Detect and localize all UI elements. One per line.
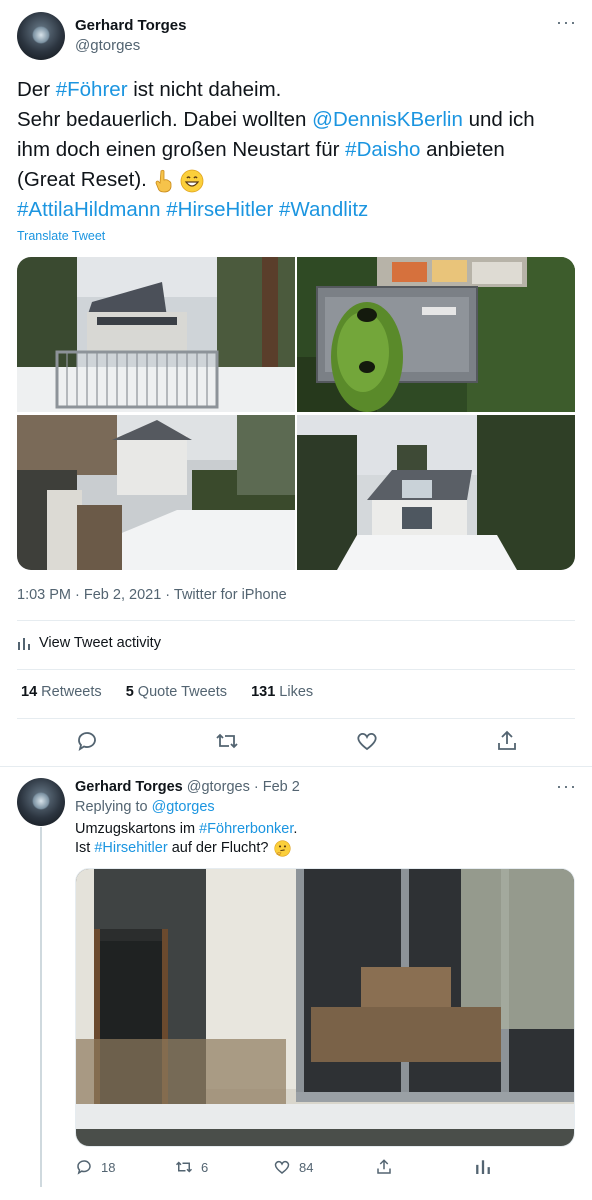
likes-stat[interactable]: 131 Likes bbox=[251, 684, 313, 700]
reply-actions: 18 6 84 bbox=[75, 1158, 575, 1182]
retweets-label: Retweets bbox=[41, 684, 102, 700]
tweet-timestamp[interactable]: 1:03 PM · Feb 2, 2021 · Twitter for iPho… bbox=[17, 587, 287, 603]
reply-photo-window-boxes[interactable] bbox=[75, 868, 575, 1147]
text-segment: und ich bbox=[462, 108, 535, 131]
reply-count: 18 bbox=[101, 1159, 116, 1175]
author-handle[interactable]: @gtorges bbox=[75, 37, 140, 54]
author-avatar[interactable] bbox=[17, 12, 65, 60]
retweets-stat[interactable]: 14 Retweets bbox=[21, 684, 102, 700]
photo-snowy-garden[interactable] bbox=[17, 415, 295, 570]
author-name[interactable]: Gerhard Torges bbox=[75, 17, 186, 34]
hashtag-foehrerbonker[interactable]: #Föhrerbonker bbox=[199, 821, 293, 837]
view-tweet-activity[interactable]: View Tweet activity bbox=[17, 635, 161, 651]
tweet-actions bbox=[0, 729, 592, 757]
text-segment: Der bbox=[17, 78, 56, 101]
like-icon[interactable] bbox=[355, 729, 379, 753]
reply-share-action[interactable] bbox=[375, 1158, 393, 1176]
more-icon[interactable]: ··· bbox=[556, 12, 577, 33]
photo-mailbox-avocado[interactable] bbox=[297, 257, 575, 412]
thread-line bbox=[40, 827, 42, 1187]
text-segment: Ist bbox=[75, 840, 95, 856]
tweet-stats: 14 Retweets 5 Quote Tweets 131 Likes bbox=[21, 684, 313, 700]
text-segment: (Great Reset). bbox=[17, 168, 147, 191]
reply-like-action[interactable]: 84 bbox=[273, 1158, 313, 1176]
photo-house-front[interactable] bbox=[297, 415, 575, 570]
divider bbox=[17, 620, 575, 621]
text-segment: anbieten bbox=[420, 138, 505, 161]
like-count: 84 bbox=[299, 1159, 314, 1175]
share-icon[interactable] bbox=[495, 729, 519, 753]
reply-icon bbox=[77, 1160, 91, 1175]
retweet-icon bbox=[175, 1161, 193, 1173]
photo-house-gate[interactable] bbox=[17, 257, 295, 412]
reply-author-handle[interactable]: @gtorges bbox=[187, 779, 250, 795]
reply-analytics-action[interactable] bbox=[475, 1158, 491, 1174]
hashtags-line[interactable]: #AttilaHildmann #HirseHitler #Wandlitz bbox=[17, 195, 577, 225]
tweet-text: Der #Föhrer ist nicht daheim. Sehr bedau… bbox=[17, 75, 577, 225]
reply-retweet-action[interactable]: 6 bbox=[175, 1158, 208, 1176]
hashtag-foehrer[interactable]: #Föhrer bbox=[56, 78, 128, 101]
replying-to-line: Replying to @gtorges bbox=[75, 798, 215, 817]
quotes-label: Quote Tweets bbox=[137, 684, 227, 700]
text-segment: . bbox=[293, 821, 298, 837]
hashtag-daisho[interactable]: #Daisho bbox=[345, 138, 420, 161]
quote-tweets-stat[interactable]: 5 Quote Tweets bbox=[126, 684, 227, 700]
reply-more-icon[interactable]: ··· bbox=[556, 776, 577, 797]
reply-icon[interactable] bbox=[75, 729, 99, 753]
analytics-icon bbox=[18, 638, 30, 650]
reply-date[interactable]: · Feb 2 bbox=[254, 779, 300, 795]
reply-author-avatar[interactable] bbox=[17, 778, 65, 826]
reply-tweet[interactable]: Gerhard Torges @gtorges · Feb 2 ··· Repl… bbox=[0, 767, 592, 1200]
divider bbox=[17, 718, 575, 719]
hashtag-hirsehitler[interactable]: #Hirsehitler bbox=[94, 840, 167, 856]
reply-text-line2: Ist #Hirsehitler auf der Flucht? bbox=[75, 839, 292, 858]
likes-count: 131 bbox=[251, 684, 276, 700]
text-segment: ist nicht daheim. bbox=[127, 78, 282, 101]
photo-grid bbox=[17, 257, 575, 570]
text-segment: ihm doch einen großen Neustart für bbox=[17, 138, 346, 161]
grinning-face-emoji-icon bbox=[180, 169, 204, 192]
retweets-count: 14 bbox=[21, 684, 38, 700]
divider bbox=[17, 669, 575, 670]
retweet-icon[interactable] bbox=[215, 729, 239, 753]
share-icon bbox=[377, 1159, 391, 1174]
thinking-face-emoji-icon bbox=[274, 840, 292, 857]
replying-to-mention[interactable]: @gtorges bbox=[152, 799, 215, 815]
retweet-count: 6 bbox=[201, 1159, 209, 1175]
analytics-icon bbox=[476, 1160, 490, 1174]
view-tweet-activity-label: View Tweet activity bbox=[39, 635, 161, 651]
like-icon bbox=[274, 1160, 290, 1174]
reply-header: Gerhard Torges @gtorges · Feb 2 bbox=[75, 778, 300, 797]
quotes-count: 5 bbox=[125, 684, 134, 700]
likes-label: Likes bbox=[279, 684, 314, 700]
translate-tweet-link[interactable]: Translate Tweet bbox=[17, 229, 105, 243]
reply-author-name[interactable]: Gerhard Torges bbox=[75, 779, 183, 795]
pointing-up-emoji-icon bbox=[155, 169, 171, 192]
text-segment: auf der Flucht? bbox=[167, 840, 269, 856]
mention-denniskberlin[interactable]: @DennisKBerlin bbox=[312, 108, 463, 131]
text-segment: Sehr bedauerlich. Dabei wollten bbox=[17, 108, 313, 131]
reply-text-line1: Umzugskartons im #Föhrerbonker. bbox=[75, 820, 297, 839]
text-segment: Umzugskartons im bbox=[75, 821, 200, 837]
reply-reply-action[interactable]: 18 bbox=[75, 1158, 115, 1176]
replying-to-label: Replying to bbox=[75, 799, 152, 815]
